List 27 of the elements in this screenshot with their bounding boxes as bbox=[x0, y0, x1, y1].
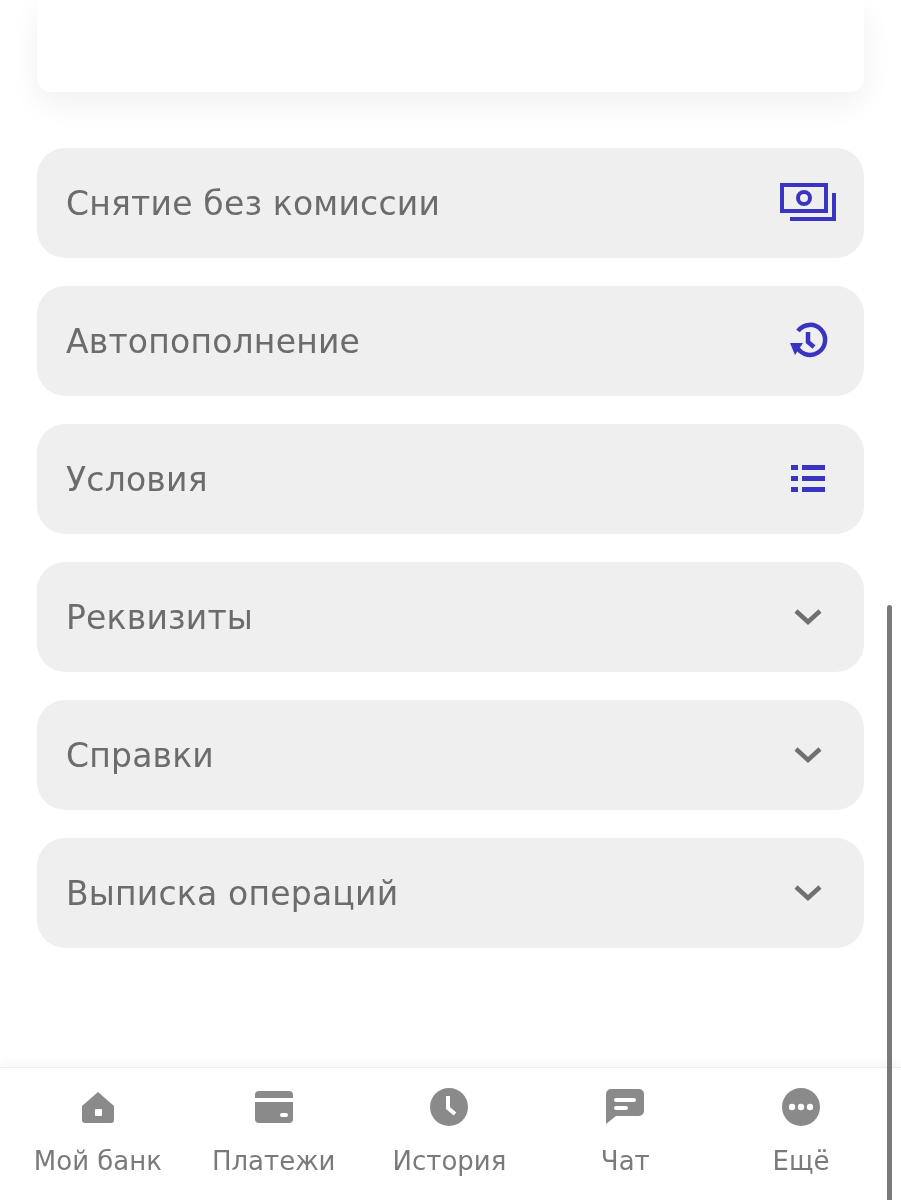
nav-label: Мой банк bbox=[33, 1146, 162, 1176]
menu-item[interactable]: Условия bbox=[37, 424, 864, 534]
item-label: Выписка операций bbox=[66, 873, 399, 913]
nav-label: История bbox=[392, 1146, 507, 1176]
card-icon bbox=[254, 1088, 293, 1126]
item-label: Автопополнение bbox=[66, 321, 361, 361]
nav-tab[interactable]: Ещё bbox=[716, 1068, 887, 1200]
nav-tab[interactable]: История bbox=[364, 1068, 535, 1200]
menu-item[interactable]: Автопополнение bbox=[37, 286, 864, 396]
nav-label: Ещё bbox=[772, 1146, 830, 1176]
cash-icon bbox=[780, 183, 836, 223]
more-icon bbox=[782, 1088, 821, 1126]
chat-icon bbox=[606, 1088, 645, 1126]
nav-label: Чат bbox=[600, 1146, 650, 1176]
menu-item[interactable]: Справки bbox=[37, 700, 864, 810]
menu-item[interactable]: Выписка операций bbox=[37, 838, 864, 948]
menu-item[interactable]: Реквизиты bbox=[37, 562, 864, 672]
nav-label: Платежи bbox=[211, 1146, 336, 1176]
nav-tab[interactable]: Мой банк bbox=[12, 1068, 183, 1200]
clock-icon bbox=[430, 1088, 469, 1126]
nav-tab[interactable]: Платежи bbox=[188, 1068, 359, 1200]
item-label: Справки bbox=[66, 735, 214, 775]
nav-tab[interactable]: Чат bbox=[540, 1068, 711, 1200]
item-label: Снятие без комиссии bbox=[66, 183, 441, 223]
item-label: Реквизиты bbox=[66, 597, 254, 637]
menu-item[interactable]: Снятие без комиссии bbox=[37, 148, 864, 258]
item-label: Условия bbox=[66, 459, 208, 499]
